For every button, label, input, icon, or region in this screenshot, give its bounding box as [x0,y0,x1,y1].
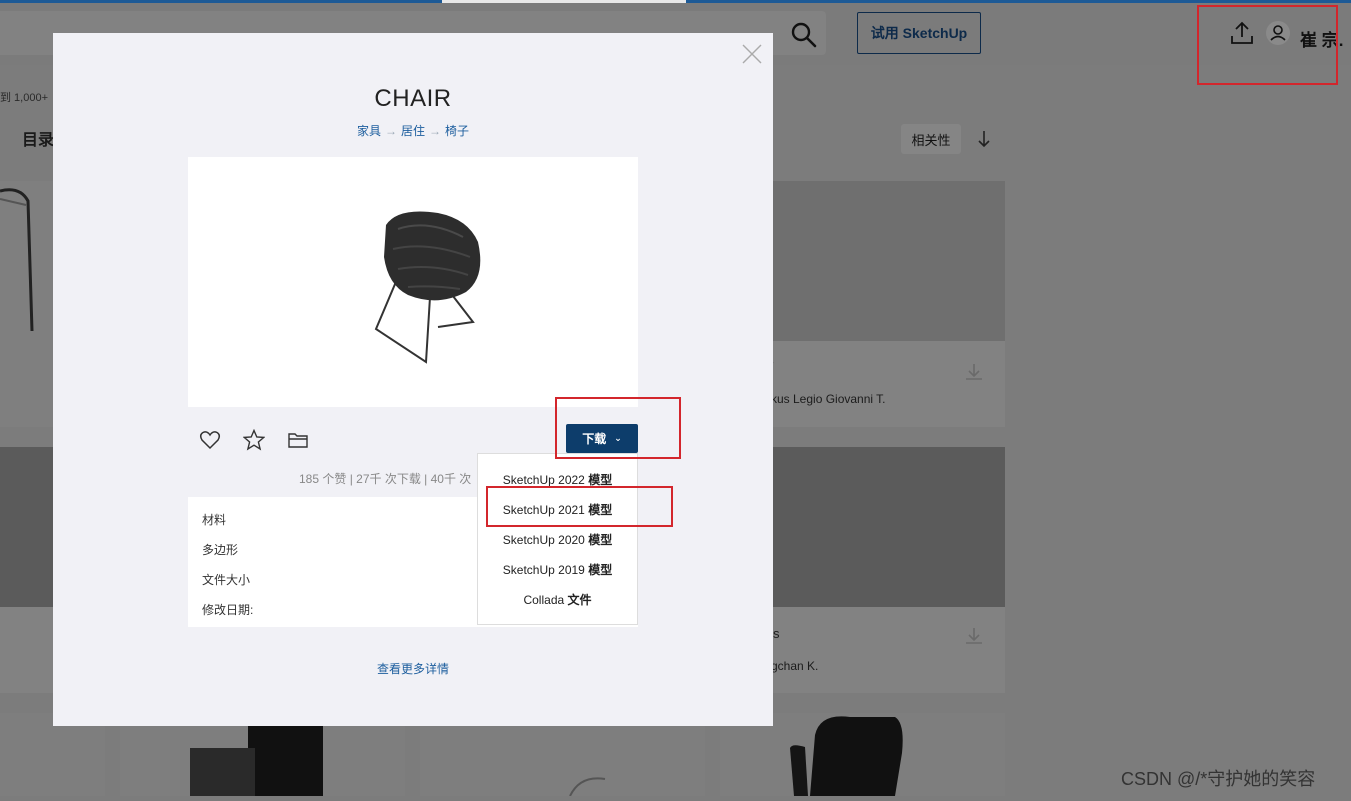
option-version: SketchUp 2020 [502,533,585,547]
watermark: CSDN @/*守护她的笑容 [1121,769,1316,789]
detail-materials: 材料 [202,513,227,527]
try-sketchup-button[interactable]: 试用 SketchUp [857,12,981,54]
arrow-right-icon: → [384,124,397,138]
model-card[interactable] [0,447,53,693]
option-suffix: 模型 [588,533,613,547]
search-icon[interactable] [786,17,822,53]
option-suffix: 文件 [567,593,592,607]
results-count: 到 1,000+ [0,92,49,104]
highlight-box-account [1197,5,1338,85]
model-thumbnail [0,188,34,332]
model-card[interactable] [0,181,53,427]
highlight-box-download [555,397,681,459]
option-version: SketchUp 2022 [502,473,585,487]
breadcrumb-item[interactable]: 家具 [357,124,381,138]
download-option-sketchup-2020[interactable]: SketchUp 2020 模型 [478,531,637,548]
model-card[interactable]: s gchan K. [771,447,1005,693]
option-version: SketchUp 2019 [502,563,585,577]
model-thumbnail [773,181,1005,341]
option-suffix: 模型 [588,563,613,577]
option-version: Collada [523,593,565,607]
option-suffix: 模型 [588,473,613,487]
more-details-link[interactable]: 查看更多详情 [53,660,773,677]
chair-image [374,211,481,364]
detail-polygons: 多边形 [202,543,239,557]
model-author[interactable]: kus Legio Giovanni T. [771,392,886,406]
sort-dropdown[interactable]: 相关性 [901,124,961,154]
download-option-sketchup-2019[interactable]: SketchUp 2019 模型 [478,561,637,578]
download-icon[interactable] [963,625,985,647]
model-stats: 185 个赞 | 27千 次下载 | 40千 次 [299,472,472,486]
model-author[interactable]: gchan K. [771,659,818,673]
detail-modified-date: 修改日期: [202,603,254,617]
folder-icon[interactable] [286,428,310,452]
breadcrumb: 家具 → 居住 → 椅子 [53,122,773,139]
arrow-right-icon: → [429,124,441,138]
breadcrumb-item[interactable]: 椅子 [445,124,469,138]
model-card[interactable]: r kus Legio Giovanni T. [769,181,1005,427]
download-option-collada[interactable]: Collada 文件 [478,591,637,608]
model-title[interactable]: s [773,626,780,641]
catalog-label: 目录 [22,132,55,149]
close-icon[interactable] [741,43,763,65]
model-title: CHAIR [374,85,452,112]
model-preview[interactable] [188,157,638,407]
breadcrumb-item[interactable]: 居住 [401,124,425,138]
highlight-box-option-2021 [486,486,673,527]
sort-direction-icon[interactable] [973,127,995,151]
model-detail-modal: CHAIR 家具 → 居住 → 椅子 下载 ⌄ 185 个赞 | 27千 次下载 | 4… [53,33,773,726]
star-icon[interactable] [242,428,266,452]
model-thumbnail [773,447,1005,607]
heart-icon[interactable] [198,428,222,452]
download-icon[interactable] [963,361,985,383]
model-thumbnail [0,447,53,607]
download-options-menu: SketchUp 2022 模型 SketchUp 2021 模型 Sketch… [477,453,638,625]
detail-file-size: 文件大小 [202,573,251,587]
